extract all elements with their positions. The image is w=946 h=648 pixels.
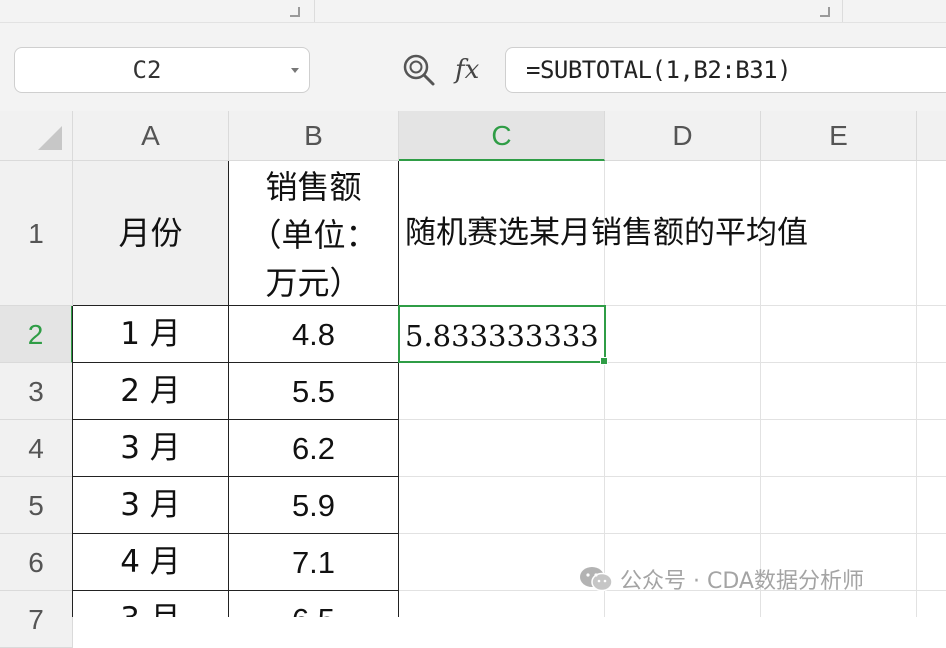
- cell-sales[interactable]: 6.2: [229, 420, 399, 477]
- column-header-e[interactable]: E: [761, 111, 917, 161]
- cell-month[interactable]: 3 月: [73, 420, 229, 477]
- function-icon[interactable]: fx: [455, 53, 479, 87]
- active-cell-selection[interactable]: [398, 305, 608, 365]
- formula-input[interactable]: =SUBTOTAL(1,B2:B31): [505, 47, 946, 93]
- cell-month[interactable]: 3 月: [73, 477, 229, 534]
- top-ruler: [0, 0, 946, 23]
- cell-sales[interactable]: 4.8: [229, 306, 399, 363]
- chevron-down-icon[interactable]: [291, 68, 299, 73]
- resize-corner-icon[interactable]: [290, 7, 300, 17]
- row-header-1[interactable]: 1: [0, 161, 73, 306]
- cell-sales[interactable]: 7.1: [229, 534, 399, 591]
- row-header-6[interactable]: 6: [0, 534, 73, 591]
- cell-sales[interactable]: 5.5: [229, 363, 399, 420]
- column-header-a[interactable]: A: [73, 111, 229, 161]
- cell-month[interactable]: 4 月: [73, 534, 229, 591]
- ruler-segment: [315, 0, 843, 22]
- select-all-button[interactable]: [0, 111, 73, 161]
- formula-text[interactable]: =SUBTOTAL(1,B2:B31): [526, 48, 792, 92]
- cell-b1-line: 销售额: [265, 168, 362, 206]
- grid-line: [399, 476, 946, 477]
- row-header-2[interactable]: 2: [0, 306, 73, 363]
- cell-sales[interactable]: 6.5: [229, 591, 399, 617]
- cell-sales[interactable]: 5.9: [229, 477, 399, 534]
- row-header-5[interactable]: 5: [0, 477, 73, 534]
- wechat-icon: [580, 567, 613, 592]
- formula-bar: C2 fx =SUBTOTAL(1,B2:B31): [0, 23, 946, 111]
- row-header-3[interactable]: 3: [0, 363, 73, 420]
- cell-c1[interactable]: 随机赛选某月销售额的平均值: [405, 161, 935, 306]
- zoom-icon[interactable]: [402, 53, 436, 87]
- fill-handle[interactable]: [600, 357, 608, 365]
- row-header-4[interactable]: 4: [0, 420, 73, 477]
- grid-line: [399, 419, 946, 420]
- cell-month[interactable]: 2 月: [73, 363, 229, 420]
- watermark-text: 公众号 · CDA数据分析师: [620, 569, 864, 594]
- grid-line: [399, 533, 946, 534]
- cell-b1[interactable]: 销售额 （单位： 万元）: [229, 161, 399, 306]
- name-box-value[interactable]: C2: [15, 48, 279, 92]
- name-box[interactable]: C2: [14, 47, 310, 93]
- cell-b1-line: （单位：: [249, 216, 378, 254]
- column-header-partial[interactable]: [917, 111, 946, 161]
- cell-b1-line: 万元）: [265, 264, 362, 302]
- watermark: 公众号 · CDA数据分析师: [578, 562, 864, 596]
- cell-month[interactable]: 1 月: [73, 306, 229, 363]
- column-header-b[interactable]: B: [229, 111, 399, 161]
- cell-month[interactable]: 3 月: [73, 591, 229, 617]
- select-all-icon: [38, 126, 62, 150]
- table-border: [72, 306, 73, 617]
- ruler-segment: [0, 0, 315, 22]
- row-header-7[interactable]: 7: [0, 591, 73, 648]
- column-header-c[interactable]: C: [399, 111, 605, 161]
- cell-a1[interactable]: 月份: [73, 161, 229, 306]
- column-header-d[interactable]: D: [605, 111, 761, 161]
- resize-corner-icon[interactable]: [820, 7, 830, 17]
